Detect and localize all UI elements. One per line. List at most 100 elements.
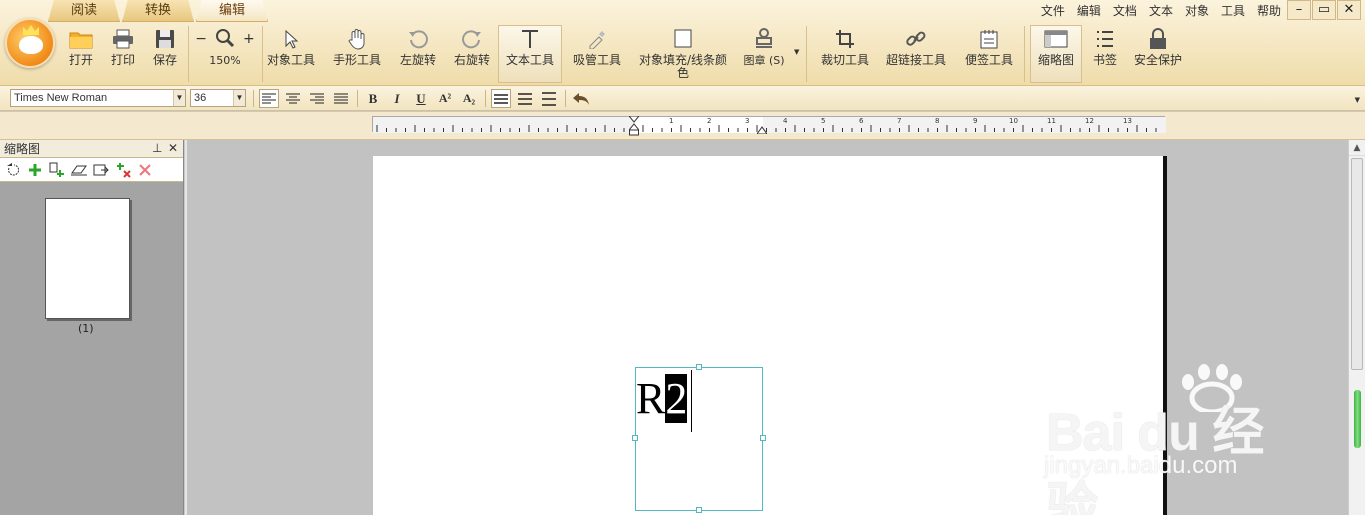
- menu-edit[interactable]: 编辑: [1077, 2, 1101, 19]
- ruler-num-7: 7: [897, 117, 902, 125]
- delete-page-icon[interactable]: [136, 161, 153, 178]
- align-center-icon: [286, 93, 300, 103]
- magnifier-icon[interactable]: [215, 28, 235, 51]
- right-indent-marker[interactable]: [756, 123, 768, 135]
- print-button[interactable]: 打印: [106, 26, 140, 84]
- justify-icon: [334, 93, 348, 103]
- note-tool-button[interactable]: 便签工具: [962, 26, 1016, 84]
- object-tool-button[interactable]: 对象工具: [264, 26, 318, 84]
- window-controls: – ▭ ✕: [1286, 0, 1361, 20]
- align-left-button[interactable]: [259, 89, 279, 108]
- ruler-num-10: 10: [1009, 117, 1018, 125]
- stamp-dropdown-icon[interactable]: ▼: [794, 48, 799, 56]
- fill-stroke-color-button[interactable]: 对象填充/线条颜 色: [636, 26, 730, 84]
- text-box[interactable]: R2: [632, 364, 766, 513]
- text-content[interactable]: R2: [636, 374, 688, 424]
- toolbar-overflow-icon[interactable]: ▼: [1355, 96, 1360, 104]
- align-right-button[interactable]: [307, 89, 327, 108]
- font-family-select[interactable]: Times New Roman ▼: [10, 89, 186, 107]
- hyperlink-tool-button[interactable]: 超链接工具: [884, 26, 948, 84]
- italic-button[interactable]: I: [387, 89, 407, 108]
- extract-page-icon[interactable]: [70, 161, 87, 178]
- object-tool-label: 对象工具: [266, 53, 315, 67]
- separator: [565, 90, 566, 107]
- line-spacing-single-button[interactable]: [491, 89, 511, 108]
- folder-icon: [69, 26, 93, 52]
- subscript-button[interactable]: A₂: [459, 89, 479, 108]
- menu-help[interactable]: 帮助: [1257, 2, 1281, 19]
- close-icon[interactable]: ✕: [168, 141, 178, 155]
- add-page-icon[interactable]: [26, 161, 43, 178]
- bookmarks-label: 书签: [1092, 53, 1117, 67]
- justify-button[interactable]: [331, 89, 351, 108]
- crop-tool-label: 裁切工具: [820, 53, 869, 67]
- menu-text[interactable]: 文本: [1149, 2, 1173, 19]
- security-label: 安全保护: [1133, 53, 1182, 67]
- rotate-right-label: 右旋转: [453, 53, 490, 67]
- zoom-level[interactable]: 150%: [209, 54, 240, 67]
- resize-handle-right[interactable]: [760, 435, 766, 441]
- menu-object[interactable]: 对象: [1185, 2, 1209, 19]
- minimize-button[interactable]: –: [1287, 0, 1311, 20]
- tab-read[interactable]: 阅读: [48, 0, 120, 22]
- zoom-in-icon[interactable]: +: [243, 31, 255, 47]
- thumbnails-button[interactable]: 缩略图: [1030, 25, 1082, 83]
- crop-tool-button[interactable]: 裁切工具: [818, 26, 872, 84]
- security-button[interactable]: 安全保护: [1130, 26, 1186, 84]
- resize-handle-bottom[interactable]: [696, 507, 702, 513]
- menu-tools[interactable]: 工具: [1221, 2, 1245, 19]
- ruler-num-3: 3: [745, 117, 750, 125]
- tab-convert[interactable]: 转换: [122, 0, 194, 22]
- bookmarks-button[interactable]: 书签: [1088, 26, 1122, 84]
- font-size-select[interactable]: 36 ▼: [190, 89, 246, 107]
- maximize-button[interactable]: ▭: [1312, 0, 1336, 20]
- resize-handle-top[interactable]: [696, 364, 702, 370]
- separator: [253, 90, 254, 107]
- scroll-up-icon[interactable]: ▲: [1349, 140, 1365, 156]
- ruler-num-4: 4: [783, 117, 788, 125]
- ruler-bar: 1 2 3 4 5 6 7 8 9 10 11 12 13: [0, 112, 1365, 140]
- align-center-button[interactable]: [283, 89, 303, 108]
- close-window-button[interactable]: ✕: [1337, 0, 1361, 20]
- horizontal-ruler[interactable]: 1 2 3 4 5 6 7 8 9 10 11 12 13: [372, 115, 1166, 136]
- rotate-left-button[interactable]: 左旋转: [396, 26, 440, 84]
- pin-icon[interactable]: ⊥: [152, 141, 162, 155]
- tab-edit[interactable]: 编辑: [196, 0, 268, 22]
- note-icon: [980, 26, 998, 52]
- menu-file[interactable]: 文件: [1041, 2, 1065, 19]
- app-logo[interactable]: [5, 18, 55, 68]
- rotate-right-button[interactable]: 右旋转: [450, 26, 494, 84]
- undo-button[interactable]: [571, 89, 591, 108]
- eyedropper-tool-button[interactable]: 吸管工具: [570, 26, 624, 84]
- left-indent-marker[interactable]: [627, 115, 641, 136]
- line-spacing-medium-button[interactable]: [515, 89, 535, 108]
- superscript-button[interactable]: A²: [435, 89, 455, 108]
- line-spacing-double-button[interactable]: [539, 89, 559, 108]
- ruler-num-2: 2: [707, 117, 712, 125]
- arrow-cursor-icon: [283, 26, 299, 52]
- export-page-icon[interactable]: [92, 161, 109, 178]
- open-button[interactable]: 打开: [64, 26, 98, 84]
- bold-button[interactable]: B: [363, 89, 383, 108]
- thumbnail-panel: 缩略图 ⊥ ✕ (1): [0, 140, 184, 515]
- fill-stroke-label-line2: 色: [676, 66, 689, 80]
- menu-bar: 文件 编辑 文档 文本 对象 工具 帮助: [1041, 2, 1281, 19]
- undo-arrow-icon: [573, 92, 589, 105]
- resize-handle-left[interactable]: [632, 435, 638, 441]
- vertical-scrollbar[interactable]: ▲: [1348, 140, 1365, 515]
- menu-document[interactable]: 文档: [1113, 2, 1137, 19]
- mascot-icon: [19, 36, 43, 54]
- chevron-down-icon: ▼: [233, 90, 245, 106]
- remove-pages-icon[interactable]: [114, 161, 131, 178]
- scrollbar-thumb[interactable]: [1351, 158, 1363, 370]
- underline-button[interactable]: U: [411, 89, 431, 108]
- rotate-page-icon[interactable]: [4, 161, 21, 178]
- save-button[interactable]: 保存: [148, 26, 182, 84]
- page-thumbnail[interactable]: [45, 198, 130, 319]
- hand-tool-button[interactable]: 手形工具: [330, 26, 384, 84]
- text-tool-button[interactable]: 文本工具: [498, 25, 562, 83]
- zoom-out-icon[interactable]: −: [195, 31, 207, 47]
- chevron-down-icon: ▼: [173, 90, 185, 106]
- stamp-button[interactable]: 图章 (S): [740, 26, 788, 84]
- insert-page-icon[interactable]: [48, 161, 65, 178]
